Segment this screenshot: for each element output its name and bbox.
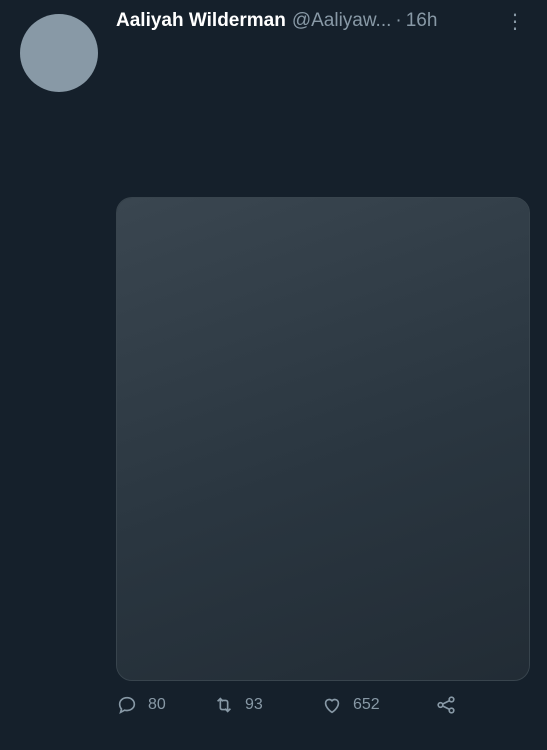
retweet-icon	[216, 697, 232, 713]
author-display-name[interactable]: Aaliyah Wilderman	[116, 10, 286, 32]
tweet-header: Aaliyah Wilderman @Aaliyaw... · 16h	[116, 10, 527, 32]
reply-icon	[118, 696, 136, 714]
share-icon	[437, 696, 455, 714]
media-placeholder	[117, 198, 529, 680]
retweet-button[interactable]: 93	[213, 694, 321, 716]
tweet-actions: 80 93 652	[116, 694, 528, 716]
tweet-timestamp[interactable]: 16h	[406, 10, 438, 32]
tweet-media[interactable]	[116, 197, 530, 681]
header-separator: ·	[395, 10, 402, 31]
heart-icon	[324, 698, 340, 714]
share-button[interactable]	[435, 694, 475, 716]
author-handle[interactable]: @Aaliyaw...	[292, 10, 392, 32]
reply-count: 80	[148, 696, 166, 713]
retweet-count: 93	[245, 696, 263, 713]
like-button[interactable]: 652	[321, 694, 435, 716]
author-avatar[interactable]	[20, 14, 98, 92]
more-options-icon[interactable]: ⋮	[505, 12, 525, 32]
like-count: 652	[353, 696, 380, 713]
reply-button[interactable]: 80	[116, 694, 213, 716]
tweet[interactable]: Aaliyah Wilderman @Aaliyaw... · 16h ⋮ 80…	[0, 0, 547, 750]
